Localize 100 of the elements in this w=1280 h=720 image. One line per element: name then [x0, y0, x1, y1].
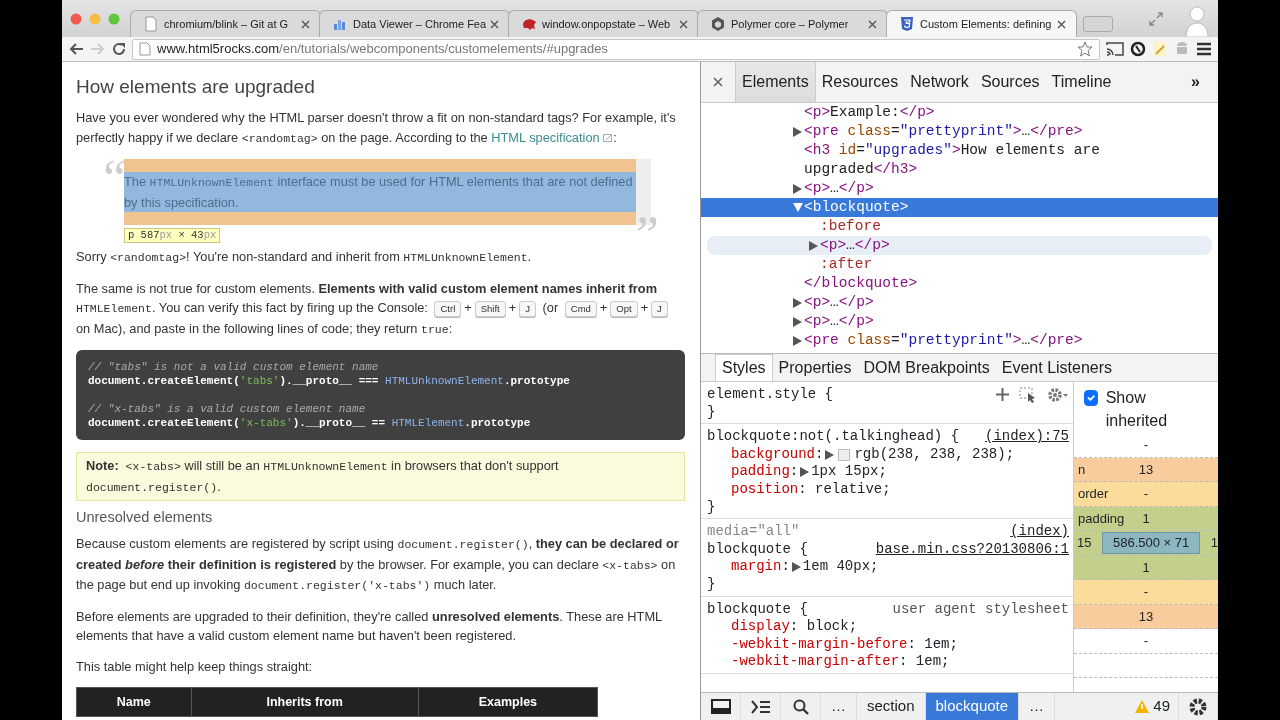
dom-node[interactable]: <h3 id="upgrades">How elements are upgraded</h3> [701, 141, 1218, 179]
source-label: user agent stylesheet [892, 600, 1069, 619]
link[interactable]: HTML specification [491, 129, 614, 145]
expand-arrow-icon[interactable] [825, 449, 835, 460]
browser-tab[interactable]: chromium/blink – Git at G [130, 10, 321, 37]
sidebar-tab[interactable]: Properties [772, 354, 858, 381]
panel-tab[interactable]: Resources [815, 62, 905, 102]
quote-text: The HTMLUnknownElement interface must be used for HTML elements that are not defined by this specification. [124, 172, 636, 212]
dom-node[interactable]: <p>…</p> [701, 179, 1218, 198]
dock-icon[interactable] [710, 698, 731, 715]
keyboard-key: J [651, 301, 668, 317]
box-value: - [1143, 485, 1149, 503]
source-link[interactable]: (index):75 [985, 428, 1069, 446]
dom-node[interactable]: <p>Example:</p> [701, 103, 1218, 122]
column-header: Inherits from [191, 687, 419, 717]
gear-icon[interactable] [1047, 386, 1069, 403]
css-declaration: -webkit-margin-after: 1em; [730, 653, 951, 671]
box-value: 13 [1138, 607, 1154, 626]
closing-brace: } [707, 498, 717, 517]
expand-arrow-icon[interactable] [793, 184, 802, 194]
breadcrumb[interactable]: … [821, 693, 857, 720]
sidebar-tab[interactable]: Styles [715, 354, 773, 381]
element-picker-icon[interactable] [1019, 386, 1037, 403]
breadcrumb[interactable]: … [1019, 693, 1056, 720]
dom-node[interactable]: <p>…</p> [707, 236, 1212, 255]
console-icon[interactable] [750, 699, 771, 714]
expand-arrow-icon[interactable] [809, 241, 818, 251]
collapse-arrow-icon[interactable] [792, 203, 803, 212]
expand-arrow-icon[interactable] [800, 467, 810, 478]
sidebar-tab[interactable]: DOM Breakpoints [857, 354, 996, 381]
dom-node[interactable]: <pre class="prettyprint">…</pre> [701, 122, 1218, 141]
browser-tab[interactable]: window.onpopstate – Web [508, 10, 699, 37]
expand-arrow-icon[interactable] [791, 562, 801, 573]
paragraph: Before elements are upgraded to their definition, they're called unresolved elements. These are HTML elements that have a valid custom element name but haven't been registered. [76, 607, 663, 646]
paragraph: The same is not true for custom elements. Elements with valid custom element names inherit from HTMLElement. You can verify this fact by firing up the Console: Ctrl + Shift + J (or Cmd + Opt + J on Mac), and paste in the following lines of code; they return true: [76, 278, 685, 339]
content-size: 586.500 × 71 [1101, 532, 1201, 554]
close-window-button[interactable] [70, 12, 82, 25]
box-value: - [1143, 583, 1149, 601]
menu-icon[interactable] [1196, 42, 1212, 56]
settings-icon[interactable] [1188, 696, 1208, 717]
search-icon[interactable] [792, 698, 809, 715]
cast-icon[interactable] [1106, 42, 1124, 56]
size-tooltip: p 587px × 43px [124, 228, 221, 243]
more-tabs-button[interactable]: » [1173, 62, 1218, 102]
css-selector: element.style { [707, 386, 834, 404]
expand-arrow-icon[interactable] [793, 298, 802, 308]
open-quote-mark: “ [98, 153, 127, 205]
close-icon[interactable] [868, 19, 877, 29]
panel-tab[interactable]: Sources [974, 62, 1046, 102]
show-inherited-checkbox[interactable] [1084, 390, 1098, 406]
sync-icon[interactable] [1130, 41, 1146, 57]
star-icon[interactable] [1077, 41, 1093, 57]
css-declaration: -webkit-margin-before: 1em; [730, 635, 959, 654]
browser-tab[interactable]: Polymer core – Polymer [697, 10, 888, 37]
back-icon[interactable] [68, 42, 84, 56]
keyboard-key: J [519, 301, 536, 317]
box-label: order [1078, 485, 1109, 503]
panel-tab[interactable]: Timeline [1045, 62, 1118, 102]
close-icon[interactable] [490, 19, 499, 29]
breadcrumb[interactable]: blockquote [925, 693, 1020, 720]
dom-node[interactable]: <p>…</p> [701, 312, 1218, 331]
browser-tab[interactable]: Data Viewer – Chrome Fea [319, 10, 510, 37]
browser-tab[interactable]: Custom Elements: defining [886, 10, 1077, 37]
add-icon[interactable] [996, 388, 1009, 402]
dom-node[interactable]: <p>…</p> [701, 293, 1218, 312]
address-bar[interactable]: www.html5rocks.com/en/tutorials/webcomponents/customelements/#upgrades [132, 38, 1100, 60]
close-icon[interactable] [713, 77, 723, 87]
checkbox-label: Show inherited [1105, 388, 1169, 431]
close-icon[interactable] [1057, 19, 1066, 29]
box-value: 1 [1142, 558, 1150, 577]
expand-arrow-icon[interactable] [793, 127, 802, 137]
sidebar-tab[interactable]: Event Listeners [995, 354, 1119, 381]
css-declaration: padding: 1px 15px; [730, 463, 888, 481]
media-query: media="all" [707, 523, 800, 541]
dom-node[interactable]: <pre class="prettyprint">…</pre> [701, 331, 1218, 350]
keyboard-key: Opt [610, 301, 638, 317]
expand-arrow-icon[interactable] [793, 336, 802, 346]
source-link[interactable]: base.min.css?20130806:1 [875, 540, 1069, 559]
close-icon[interactable] [679, 19, 688, 29]
warning-count[interactable]: 49 [1135, 693, 1178, 720]
breadcrumb[interactable]: section [857, 693, 926, 720]
dom-node[interactable]: :after [701, 255, 1218, 274]
panel-tab[interactable]: Network [904, 62, 975, 102]
column-header: Name [76, 687, 191, 717]
panel-tab[interactable]: Elements [735, 62, 816, 102]
css-selector: blockquote:not(.talkinghead) { [707, 428, 960, 446]
dom-node[interactable]: <blockquote> [701, 198, 1218, 217]
fullscreen-icon[interactable] [1148, 10, 1164, 27]
css-selector: blockquote { [707, 540, 808, 559]
closing-brace: } [707, 575, 717, 594]
keyboard-key: Ctrl [434, 301, 462, 317]
dom-node[interactable]: :before [701, 217, 1218, 236]
expand-arrow-icon[interactable] [793, 317, 802, 327]
color-swatch[interactable] [838, 448, 851, 461]
source-link[interactable]: (index) [1010, 523, 1069, 541]
close-icon[interactable] [301, 19, 310, 29]
shield-icon [899, 16, 915, 32]
reload-icon[interactable] [112, 42, 126, 56]
box-label: padding [1078, 509, 1125, 528]
note: Note: <x-tabs> will still be an HTMLUnknownElement in browsers that don't support document.register(). [76, 452, 685, 501]
